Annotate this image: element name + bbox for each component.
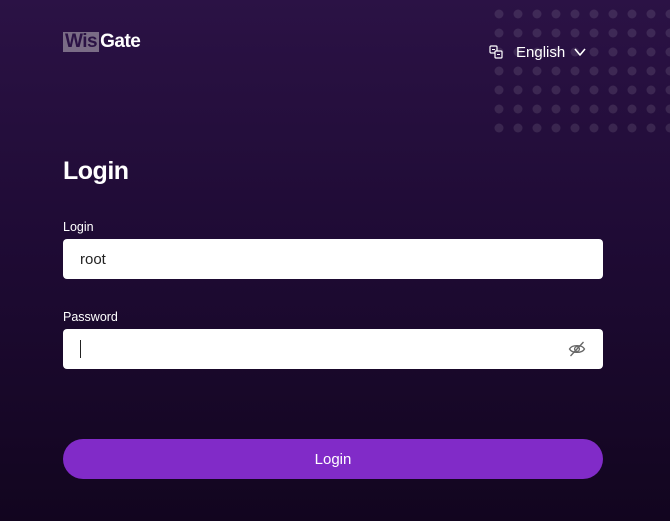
- decorative-dot: [589, 123, 599, 133]
- decorative-dot: [665, 123, 670, 133]
- decorative-dot: [665, 47, 670, 57]
- decorative-dot: [608, 47, 618, 57]
- page-title: Login: [63, 157, 129, 185]
- decorative-dot: [513, 104, 523, 114]
- decorative-dot: [627, 9, 637, 19]
- logo-wis: Wis: [63, 31, 100, 52]
- decorative-dot: [494, 9, 504, 19]
- decorative-dot: [627, 47, 637, 57]
- decorative-dot: [494, 28, 504, 38]
- decorative-dot: [627, 85, 637, 95]
- decorative-dot: [646, 104, 656, 114]
- decorative-dot: [646, 28, 656, 38]
- password-input[interactable]: [63, 329, 603, 369]
- decorative-dot: [551, 85, 561, 95]
- decorative-dot: [665, 28, 670, 38]
- language-selector[interactable]: English: [489, 42, 586, 62]
- decorative-dot: [589, 66, 599, 76]
- decorative-dot: [532, 28, 542, 38]
- decorative-dot: [494, 104, 504, 114]
- decorative-dot: [513, 28, 523, 38]
- translate-icon: [489, 45, 503, 59]
- decorative-dot: [646, 123, 656, 133]
- decorative-dot: [608, 9, 618, 19]
- decorative-dot: [665, 85, 670, 95]
- decorative-dot: [513, 123, 523, 133]
- decorative-dot: [646, 66, 656, 76]
- decorative-dot: [608, 104, 618, 114]
- decorative-dot: [513, 85, 523, 95]
- decorative-dot: [570, 28, 580, 38]
- decorative-dot: [532, 9, 542, 19]
- decorative-dot: [646, 9, 656, 19]
- decorative-dot: [513, 66, 523, 76]
- chevron-down-icon: [574, 48, 586, 56]
- decorative-dot: [627, 28, 637, 38]
- decorative-dot: [570, 104, 580, 114]
- decorative-dot: [627, 104, 637, 114]
- decorative-dot: [627, 66, 637, 76]
- decorative-dot: [665, 66, 670, 76]
- decorative-dot: [570, 9, 580, 19]
- login-input-value: root: [80, 250, 106, 268]
- decorative-dot: [551, 104, 561, 114]
- decorative-dot: [494, 123, 504, 133]
- decorative-dot: [589, 85, 599, 95]
- decorative-dot-grid: [494, 9, 670, 133]
- decorative-dot: [551, 66, 561, 76]
- eye-off-icon[interactable]: [568, 340, 586, 358]
- logo-gate: Gate: [100, 31, 141, 52]
- decorative-dot: [627, 123, 637, 133]
- decorative-dot: [589, 9, 599, 19]
- decorative-dot: [665, 9, 670, 19]
- decorative-dot: [608, 123, 618, 133]
- decorative-dot: [570, 66, 580, 76]
- decorative-dot: [570, 123, 580, 133]
- login-input[interactable]: root: [63, 239, 603, 279]
- password-field-label: Password: [63, 310, 118, 324]
- brand-logo: Wis Gate: [63, 31, 141, 52]
- decorative-dot: [589, 47, 599, 57]
- decorative-dot: [589, 104, 599, 114]
- login-field-label: Login: [63, 220, 94, 234]
- decorative-dot: [665, 104, 670, 114]
- decorative-dot: [646, 85, 656, 95]
- decorative-dot: [551, 28, 561, 38]
- decorative-dot: [608, 85, 618, 95]
- decorative-dot: [532, 104, 542, 114]
- decorative-dot: [551, 9, 561, 19]
- decorative-dot: [494, 66, 504, 76]
- login-button[interactable]: Login: [63, 439, 603, 479]
- decorative-dot: [494, 85, 504, 95]
- decorative-dot: [608, 28, 618, 38]
- language-label: English: [516, 43, 566, 61]
- decorative-dot: [646, 47, 656, 57]
- decorative-dot: [589, 28, 599, 38]
- decorative-dot: [570, 85, 580, 95]
- text-caret: [80, 340, 81, 358]
- decorative-dot: [513, 9, 523, 19]
- decorative-dot: [608, 66, 618, 76]
- decorative-dot: [532, 66, 542, 76]
- decorative-dot: [532, 85, 542, 95]
- decorative-dot: [532, 123, 542, 133]
- decorative-dot: [551, 123, 561, 133]
